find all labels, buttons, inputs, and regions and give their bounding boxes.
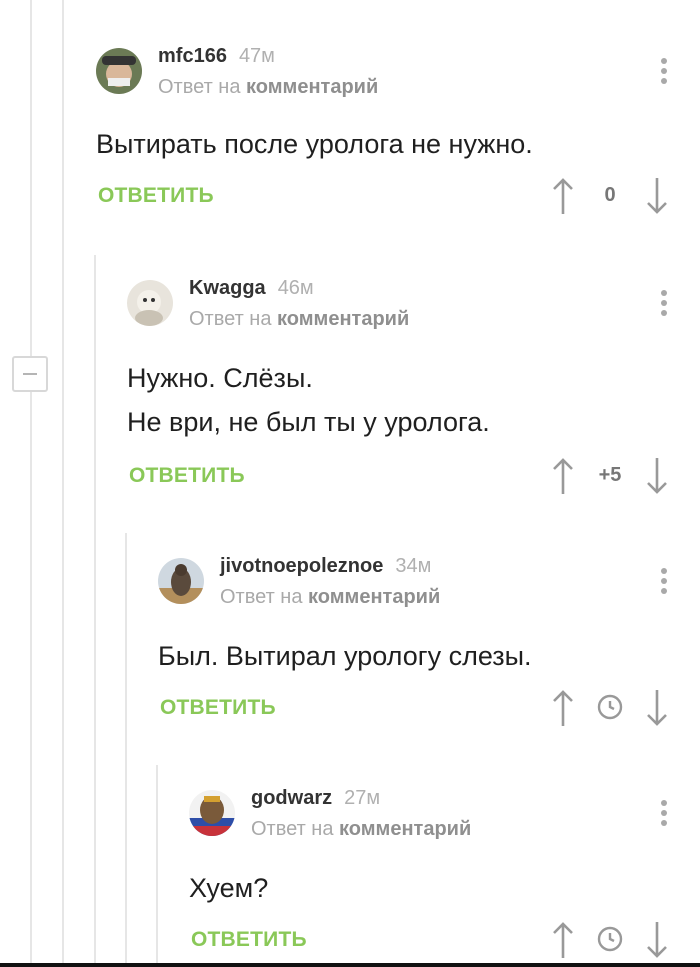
comment-header: godwarz 27м xyxy=(251,787,380,810)
username[interactable]: jivotnoepoleznoe xyxy=(220,555,383,577)
downvote-icon[interactable] xyxy=(644,688,670,728)
vote-controls: 0 xyxy=(550,176,670,216)
reply-button[interactable]: ОТВЕТИТЬ xyxy=(98,184,214,208)
reply-target-link[interactable]: комментарий xyxy=(246,76,378,98)
username[interactable]: mfc166 xyxy=(158,45,227,67)
reply-to-label: Ответ на комментарий xyxy=(220,586,441,608)
more-options-icon[interactable] xyxy=(658,800,670,830)
avatar[interactable] xyxy=(96,48,142,94)
reply-to-label: Ответ на комментарий xyxy=(158,76,379,98)
comment-text: Хуем? xyxy=(189,873,269,903)
comment-text: Вытирать после уролога не нужно. xyxy=(96,129,533,159)
reply-to-label: Ответ на комментарий xyxy=(251,818,472,840)
timestamp: 46м xyxy=(277,277,314,299)
upvote-icon[interactable] xyxy=(550,688,576,728)
vote-score: 0 xyxy=(604,184,616,206)
vote-score: +5 xyxy=(598,464,622,486)
collapse-thread-button[interactable] xyxy=(12,356,48,392)
vote-controls xyxy=(550,920,670,960)
avatar[interactable] xyxy=(158,558,204,604)
clock-icon xyxy=(597,694,623,720)
timestamp: 34м xyxy=(395,555,432,577)
reply-button[interactable]: ОТВЕТИТЬ xyxy=(160,696,276,720)
thread-line-3 xyxy=(94,255,96,967)
more-options-icon[interactable] xyxy=(658,568,670,598)
timestamp: 27м xyxy=(344,787,381,809)
reply-to-label: Ответ на комментарий xyxy=(189,308,410,330)
more-options-icon[interactable] xyxy=(658,58,670,88)
avatar[interactable] xyxy=(189,790,235,836)
comment: godwarz 27м Ответ на комментарий Хуем? ОТ… xyxy=(189,787,700,960)
reply-button[interactable]: ОТВЕТИТЬ xyxy=(191,928,307,952)
downvote-icon[interactable] xyxy=(644,456,670,496)
downvote-icon[interactable] xyxy=(644,176,670,216)
comment: jivotnoepoleznoe 34м Ответ на комментарий… xyxy=(158,555,700,738)
thread-line-1 xyxy=(30,0,32,356)
upvote-icon[interactable] xyxy=(550,456,576,496)
reply-target-link[interactable]: комментарий xyxy=(339,818,471,840)
comment-header: mfc166 47м xyxy=(158,45,275,68)
vote-controls xyxy=(550,688,670,728)
upvote-icon[interactable] xyxy=(550,920,576,960)
comment: Kwagga 46м Ответ на комментарий Нужно. Сл… xyxy=(127,277,700,510)
vote-controls: +5 xyxy=(550,456,670,496)
reply-target-link[interactable]: комментарий xyxy=(308,586,440,608)
thread-line-5 xyxy=(156,765,158,967)
reply-target-link[interactable]: комментарий xyxy=(277,308,409,330)
avatar[interactable] xyxy=(127,280,173,326)
username[interactable]: godwarz xyxy=(251,787,332,809)
comment: mfc166 47м Ответ на комментарий Вытирать … xyxy=(96,45,700,228)
more-options-icon[interactable] xyxy=(658,290,670,320)
downvote-icon[interactable] xyxy=(644,920,670,960)
comment-header: jivotnoepoleznoe 34м xyxy=(220,555,431,578)
username[interactable]: Kwagga xyxy=(189,277,266,299)
comment-text: Нужно. Слёзы. Не ври, не был ты у уролог… xyxy=(127,363,490,437)
thread-line-1b xyxy=(30,392,32,967)
timestamp: 47м xyxy=(238,45,275,67)
comment-header: Kwagga 46м xyxy=(189,277,314,300)
bottom-edge xyxy=(0,963,700,967)
comment-text: Был. Вытирал урологу слезы. xyxy=(158,641,532,671)
thread-line-4 xyxy=(125,533,127,967)
clock-icon xyxy=(597,926,623,952)
reply-button[interactable]: ОТВЕТИТЬ xyxy=(129,464,245,488)
upvote-icon[interactable] xyxy=(550,176,576,216)
thread-line-2 xyxy=(62,0,64,967)
